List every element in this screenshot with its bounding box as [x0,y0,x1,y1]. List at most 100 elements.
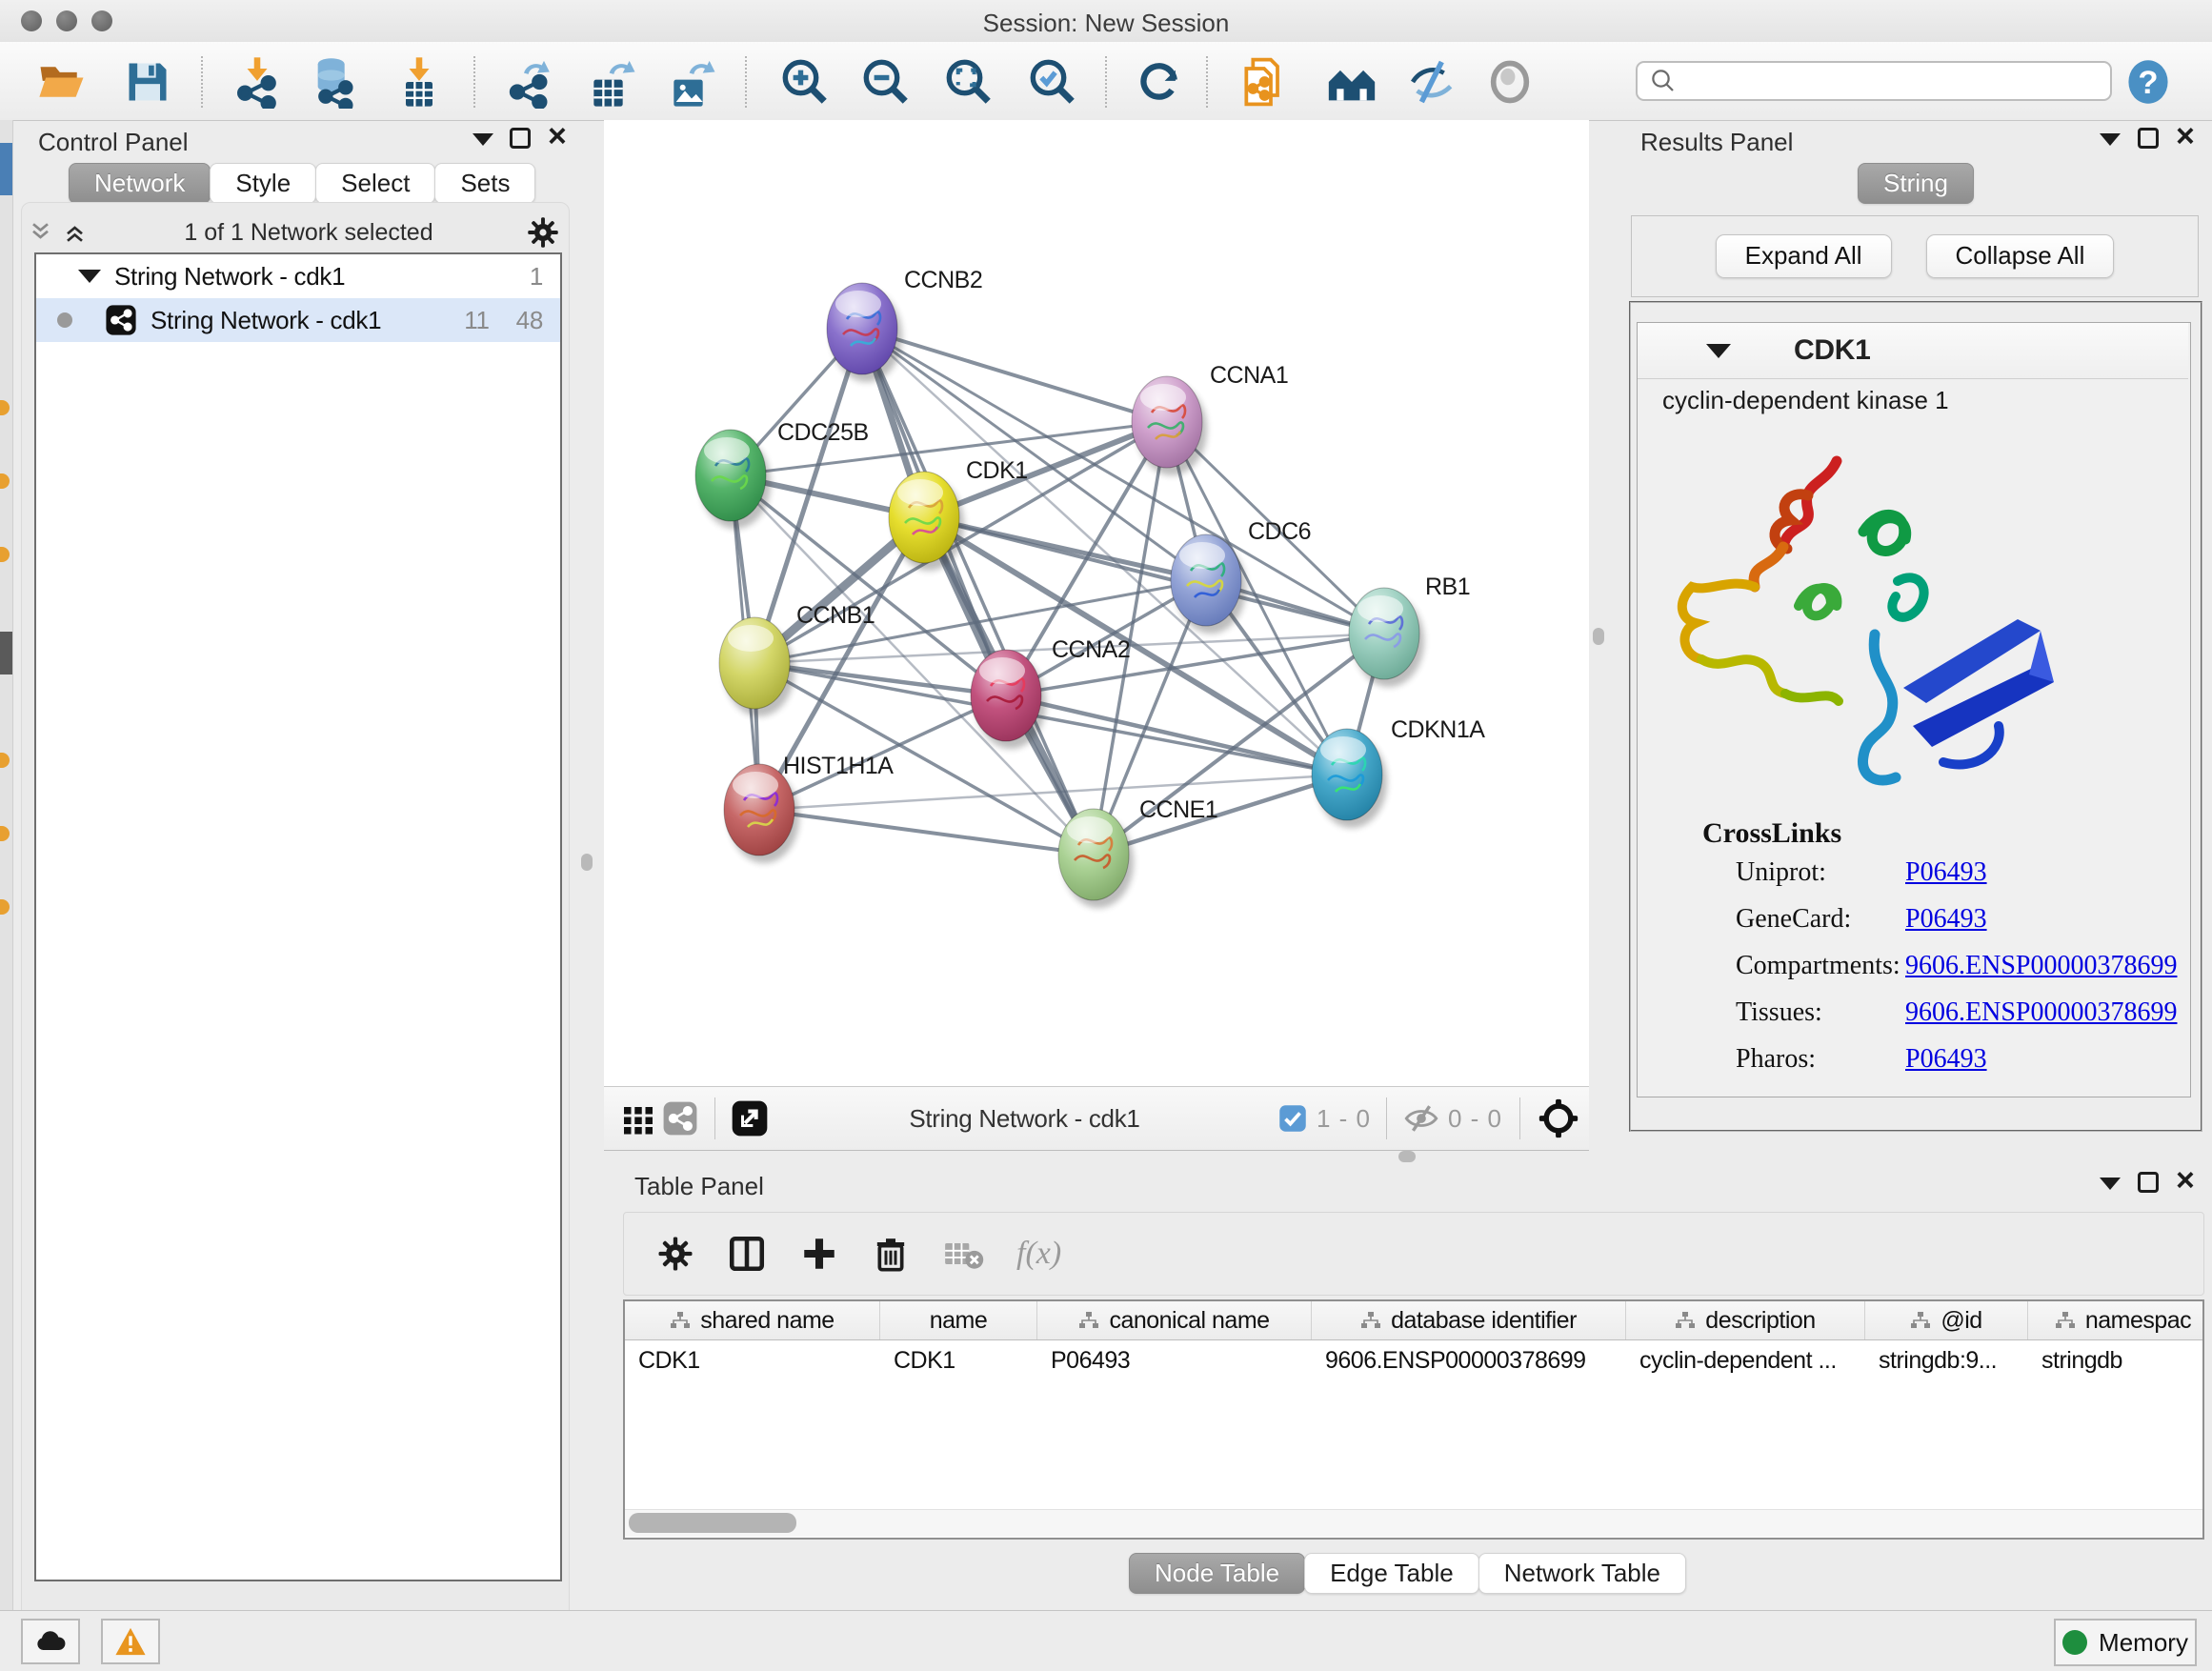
search-input[interactable] [1678,67,2091,95]
tab-edge-table[interactable]: Edge Table [1304,1553,1479,1594]
node-cdc25b[interactable]: CDC25B [695,419,869,529]
string-import-button[interactable] [1237,54,1292,110]
network-row[interactable]: String Network - cdk1 11 48 [36,298,560,342]
hide-selection-button[interactable] [1405,54,1460,110]
tab-string[interactable]: String [1858,163,1974,204]
show-columns-icon[interactable] [727,1234,767,1274]
edge-fragment [0,826,10,841]
column-label: canonical name [1109,1307,1269,1335]
table-settings-gear-icon[interactable] [656,1235,694,1273]
first-neighbors-button[interactable] [1324,54,1379,110]
node-ccna1[interactable]: CCNA1 [1132,362,1288,475]
import-network-database-button[interactable] [306,54,361,110]
tab-select[interactable]: Select [315,163,435,204]
node-ccna2[interactable]: CCNA2 [971,636,1130,749]
show-all-button[interactable] [1482,54,1538,110]
refresh-button[interactable] [1132,54,1187,110]
crosslink-link[interactable]: P06493 [1905,1044,1987,1075]
crosslink-link[interactable]: P06493 [1905,904,1987,935]
export-image-button[interactable] [664,54,719,110]
panel-float-icon[interactable] [2100,133,2121,146]
edge-ccnb2-ccna1[interactable] [862,329,1167,422]
crosslink-link[interactable]: 9606.ENSP00000378699 [1905,951,2177,981]
column-header-@id[interactable]: @id [1865,1301,2028,1339]
detach-view-button[interactable] [729,1097,771,1139]
expand-all-icon[interactable] [63,220,91,245]
network-canvas[interactable]: CCNB2CCNA1CDC25BCDK1CDC6RB1CCNB1CCNA2CDK… [604,120,1589,1086]
panel-maximize-icon[interactable] [2138,1172,2159,1193]
node-ccne1[interactable]: CCNE1 [1058,796,1217,908]
export-table-button[interactable] [584,54,639,110]
collapse-all-icon[interactable] [29,220,57,245]
network-options-gear-icon[interactable] [526,215,560,250]
tree-expander-icon[interactable] [78,270,101,283]
left-splitter-handle[interactable] [581,854,593,871]
open-session-button[interactable] [34,54,90,110]
collapse-card-icon[interactable] [1706,344,1731,358]
column-header-database-identifier[interactable]: database identifier [1312,1301,1626,1339]
external-arrow-icon [731,1099,769,1137]
node-ccnb2[interactable]: CCNB2 [827,267,982,382]
panel-close-icon[interactable]: × [548,126,567,147]
tab-node-table[interactable]: Node Table [1129,1553,1305,1594]
expand-all-button[interactable]: Expand All [1716,234,1892,278]
column-header-name[interactable]: name [880,1301,1037,1339]
export-network-button[interactable] [503,54,558,110]
tab-style[interactable]: Style [210,163,316,204]
import-table-file-button[interactable] [392,54,447,110]
network-selection-row: 1 of 1 Network selected [29,214,560,251]
fit-selected-button[interactable] [1538,1097,1579,1139]
cloud-button[interactable] [21,1619,80,1664]
network-graph[interactable]: CCNB2CCNA1CDC25BCDK1CDC6RB1CCNB1CCNA2CDK… [604,120,1589,1086]
function-builder-button[interactable]: f(x) [1016,1236,1061,1272]
zoom-out-button[interactable] [858,54,914,110]
zoom-fit-button[interactable] [941,54,996,110]
add-column-icon[interactable] [799,1234,839,1274]
memory-button[interactable]: Memory [2054,1619,2197,1666]
edge-ccna2-cdkn1a[interactable] [1006,695,1347,775]
panel-maximize-icon[interactable] [510,128,531,149]
grid-view-button[interactable] [617,1097,659,1139]
table-row[interactable]: CDK1CDK1P064939606.ENSP00000378699cyclin… [625,1340,2202,1379]
crosslink-link[interactable]: 9606.ENSP00000378699 [1905,997,2177,1028]
node-cdc6[interactable]: CDC6 [1171,518,1311,634]
tab-network[interactable]: Network [69,163,211,204]
column-header-shared-name[interactable]: shared name [625,1301,880,1339]
eye-icon [1485,57,1535,107]
column-header-canonical-name[interactable]: canonical name [1037,1301,1312,1339]
save-session-button[interactable] [120,54,175,110]
table-hscrollbar[interactable] [625,1509,2202,1537]
tab-network-table[interactable]: Network Table [1478,1553,1686,1594]
birdseye-view-button[interactable] [659,1097,701,1139]
panel-float-icon[interactable] [473,133,493,146]
collapse-all-button[interactable]: Collapse All [1926,234,2115,278]
zoom-selected-button[interactable] [1025,54,1080,110]
delete-column-icon[interactable] [872,1234,910,1274]
edge-ccnb2-ccne1[interactable] [862,329,1094,855]
column-header-description[interactable]: description [1626,1301,1865,1339]
warnings-button[interactable] [101,1619,160,1664]
node-cdkn1a[interactable]: CDKN1A [1312,716,1485,828]
crosslink-link[interactable]: P06493 [1905,857,1987,888]
panel-close-icon[interactable]: × [2176,126,2195,147]
panel-close-icon[interactable]: × [2176,1170,2195,1191]
table-hscrollbar-thumb[interactable] [629,1513,796,1533]
edge-cdk1-rb1[interactable] [924,517,1384,634]
selected-checkbox-icon[interactable] [1278,1104,1307,1133]
node-table[interactable]: shared name name canonical name database id… [623,1299,2204,1540]
column-header-namespac[interactable]: namespac [2028,1301,2204,1339]
right-splitter-handle[interactable] [1593,628,1604,645]
bottom-splitter-handle[interactable] [1398,1151,1416,1162]
help-button[interactable]: ? [2121,54,2176,110]
import-network-file-button[interactable] [230,54,285,110]
edge-hist1h1a-ccne1[interactable] [759,810,1094,855]
protein-card-header[interactable]: CDK1 [1638,323,2188,379]
node-rb1[interactable]: RB1 [1349,574,1470,687]
panel-maximize-icon[interactable] [2138,128,2159,149]
panel-float-icon[interactable] [2100,1178,2121,1190]
zoom-in-button[interactable] [777,54,833,110]
tab-sets[interactable]: Sets [434,163,535,204]
delete-table-icon[interactable] [942,1237,984,1271]
column-label: name [930,1307,988,1335]
network-collection-row[interactable]: String Network - cdk1 1 [36,254,560,298]
